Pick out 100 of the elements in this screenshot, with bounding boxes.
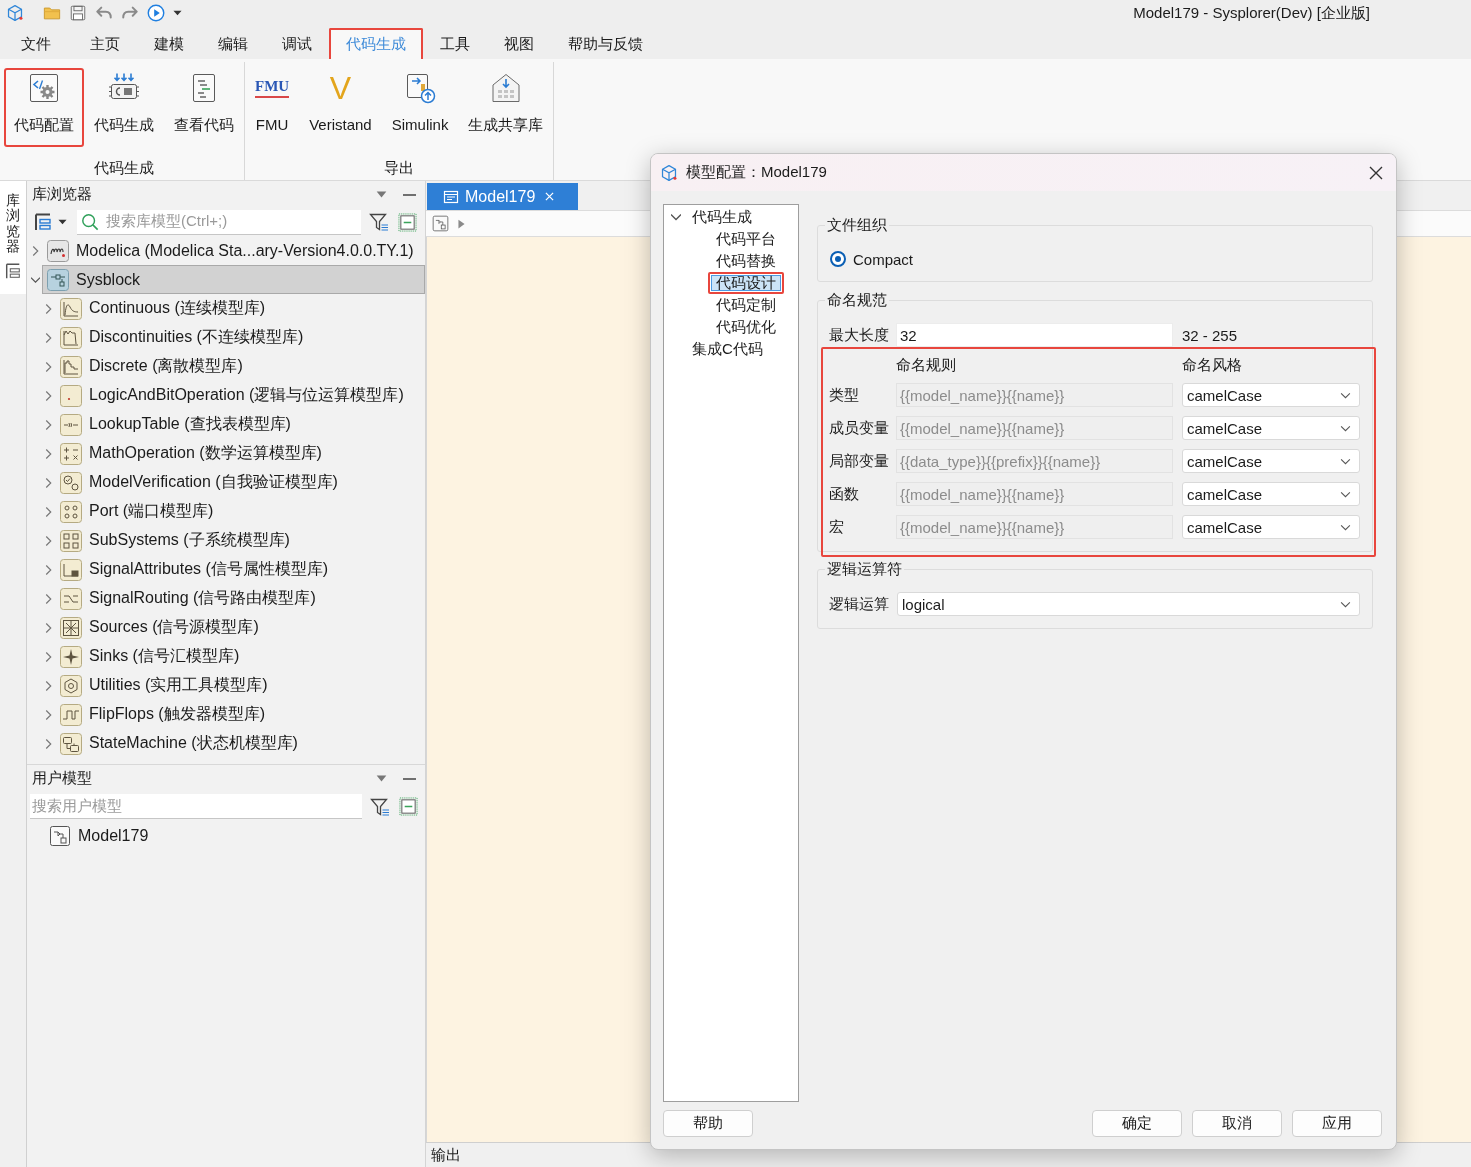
chevron-icon[interactable] <box>44 389 53 402</box>
ribbon-button[interactable]: V Veristand <box>299 68 382 147</box>
dialog-button[interactable]: 确定 <box>1092 1110 1182 1137</box>
close-icon[interactable] <box>1369 165 1383 180</box>
ribbon-button[interactable]: 代码生成 <box>84 68 164 147</box>
tree-item[interactable]: SubSystems (子系统模型库) <box>55 526 425 555</box>
chevron-icon[interactable] <box>44 650 53 663</box>
dropdown[interactable]: camelCase <box>1182 383 1360 407</box>
dialog-button[interactable]: 帮助 <box>663 1110 753 1137</box>
triangle-icon[interactable] <box>458 218 465 229</box>
tree-item[interactable]: Discontinuities (不连续模型库) <box>55 323 425 352</box>
menu-tab[interactable]: 文件 <box>4 28 68 59</box>
ribbon-button[interactable]: FMU FMU <box>245 68 300 147</box>
tree-item[interactable]: LogicAndBitOperation (逻辑与位运算模型库) <box>55 381 425 410</box>
chevron-icon[interactable] <box>44 476 53 489</box>
chevron-icon[interactable] <box>44 331 53 344</box>
nav-item[interactable]: 代码平台 <box>708 228 784 250</box>
circles-tile-icon <box>60 471 82 494</box>
nav-item[interactable]: 代码生成 <box>684 206 760 228</box>
filter-icon[interactable] <box>370 796 390 817</box>
tree-item[interactable]: Discrete (离散模型库) <box>55 352 425 381</box>
chevron-icon[interactable] <box>44 302 53 315</box>
dropdown[interactable]: camelCase <box>1182 482 1360 506</box>
side-tab[interactable]: 库浏览器 <box>0 181 26 294</box>
editor-tab[interactable]: Model179 <box>427 183 578 210</box>
nav-item[interactable]: 代码替换 <box>708 250 784 272</box>
chevron-icon[interactable] <box>31 244 40 257</box>
menu-tab[interactable]: 工具 <box>423 28 487 59</box>
tree-item[interactable]: Sources (信号源模型库) <box>55 613 425 642</box>
tree-item[interactable]: ModelVerification (自我验证模型库) <box>55 468 425 497</box>
menu-tab[interactable]: 视图 <box>487 28 551 59</box>
chevron-icon[interactable] <box>44 621 53 634</box>
dropdown-triangle-icon[interactable] <box>376 191 387 198</box>
radio-option[interactable]: Compact <box>829 248 1360 270</box>
chevron-icon[interactable] <box>44 708 53 721</box>
dialog-button[interactable]: 取消 <box>1192 1110 1282 1137</box>
ribbon-button[interactable]: Simulink <box>381 68 459 147</box>
nav-item[interactable]: 代码定制 <box>708 294 784 316</box>
menu-tab[interactable]: 建模 <box>137 28 201 59</box>
dropdown[interactable]: logical <box>897 592 1360 616</box>
tree-item[interactable]: MathOperation (数学运算模型库) <box>55 439 425 468</box>
chevron-icon[interactable] <box>44 505 53 518</box>
ribbon-button[interactable]: 查看代码 <box>164 68 244 147</box>
dropdown-triangle-icon[interactable] <box>376 775 387 782</box>
ribbon-button[interactable]: 生成共享库 <box>458 68 554 147</box>
filter-icon[interactable] <box>369 212 389 232</box>
ribbon-button[interactable]: 代码配置 <box>4 68 84 147</box>
dropdown[interactable]: camelCase <box>1182 449 1360 473</box>
dialog-title: 模型配置：Model179 <box>686 163 827 182</box>
tree-item[interactable]: Model179 <box>44 821 425 850</box>
caret-icon[interactable] <box>173 10 182 16</box>
chevron-icon[interactable] <box>44 679 53 692</box>
tree-item[interactable]: FlipFlops (触发器模型库) <box>55 700 425 729</box>
chevron-icon[interactable] <box>44 563 53 576</box>
save-icon[interactable] <box>69 4 87 22</box>
group-title: 文件组织 <box>826 215 888 235</box>
menu-tab[interactable]: 编辑 <box>201 28 265 59</box>
input-field[interactable]: 32 <box>896 323 1173 347</box>
menu-tab[interactable]: 代码生成 <box>329 28 423 59</box>
chevron-icon <box>1340 424 1351 432</box>
chevron-icon <box>1340 523 1351 531</box>
collapse-icon[interactable] <box>398 212 417 232</box>
tree-item[interactable]: Continuous (连续模型库) <box>55 294 425 323</box>
nav-item[interactable]: 代码优化 <box>708 316 784 338</box>
search-icon <box>81 212 99 231</box>
folder-icon[interactable] <box>43 4 61 22</box>
dropdown[interactable]: camelCase <box>1182 416 1360 440</box>
menu-tab[interactable]: 调试 <box>265 28 329 59</box>
four-circles-tile-icon <box>60 500 82 523</box>
minimize-icon[interactable] <box>403 193 416 196</box>
model-diagram-icon[interactable] <box>432 215 449 232</box>
tree-item[interactable]: SignalAttributes (信号属性模型库) <box>55 555 425 584</box>
menu-tab[interactable]: 帮助与反馈 <box>551 28 660 59</box>
chevron-icon[interactable] <box>44 418 53 431</box>
minimize-icon[interactable] <box>403 777 416 780</box>
chevron-icon[interactable] <box>44 737 53 750</box>
range-text: 32 - 255 <box>1182 326 1238 344</box>
menu-tab[interactable]: 主页 <box>73 28 137 59</box>
play-icon[interactable] <box>147 4 165 22</box>
nav-item[interactable]: 代码设计 <box>708 272 784 294</box>
chevron-icon[interactable] <box>44 447 53 460</box>
collapse-icon[interactable] <box>399 797 418 816</box>
tree-view-icon[interactable] <box>33 212 53 232</box>
tree-item[interactable]: LookupTable (查找表模型库) <box>55 410 425 439</box>
tree-item[interactable]: Port (端口模型库) <box>55 497 425 526</box>
nav-item[interactable]: 集成C代码 <box>684 338 771 360</box>
tree-item[interactable]: Sysblock <box>42 265 425 294</box>
chevron-icon[interactable] <box>44 592 53 605</box>
tree-item[interactable]: Utilities (实用工具模型库) <box>55 671 425 700</box>
tree-item[interactable]: Sinks (信号汇模型库) <box>55 642 425 671</box>
dialog-button[interactable]: 应用 <box>1292 1110 1382 1137</box>
chevron-icon[interactable] <box>671 211 681 223</box>
dropdown[interactable]: camelCase <box>1182 515 1360 539</box>
tree-item[interactable]: SignalRouting (信号路由模型库) <box>55 584 425 613</box>
caret-icon[interactable] <box>58 219 67 225</box>
tree-item[interactable]: Modelica (Modelica Sta...ary-Version4.0.0.TY.1) <box>42 236 425 265</box>
chevron-icon[interactable] <box>44 534 53 547</box>
chevron-icon[interactable] <box>44 360 53 373</box>
tree-item[interactable]: StateMachine (状态机模型库) <box>55 729 425 758</box>
jagged-curve-tile-icon <box>60 326 82 349</box>
